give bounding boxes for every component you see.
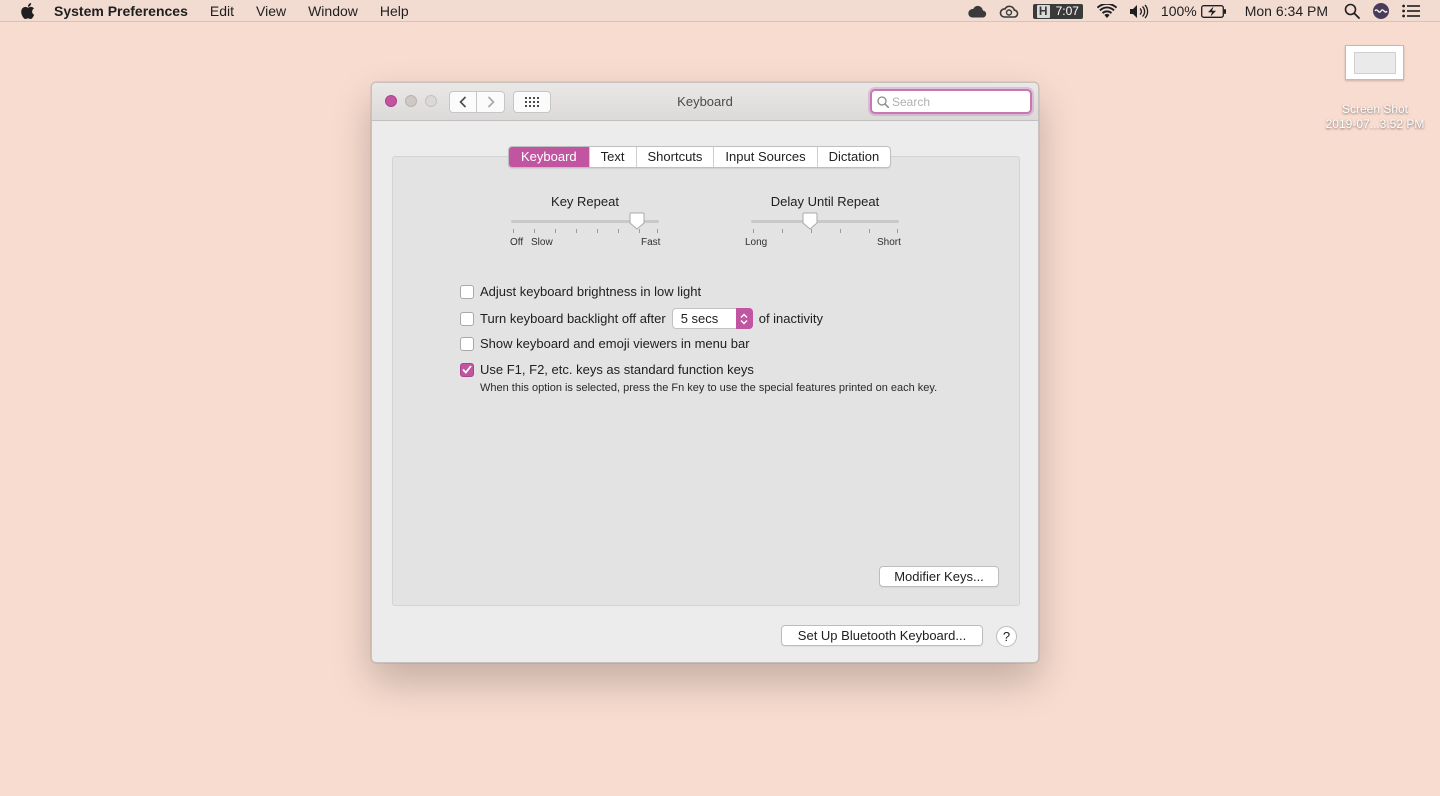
creative-cloud-icon[interactable] (999, 0, 1019, 22)
tab-dictation[interactable]: Dictation (818, 147, 891, 167)
key-repeat-group: Key Repeat Off Slow Fast (508, 194, 662, 254)
siri-icon[interactable] (1372, 0, 1390, 22)
thumbnail-preview (1354, 52, 1396, 74)
volume-icon[interactable] (1129, 0, 1151, 22)
delay-until-repeat-track[interactable] (751, 220, 899, 223)
slider-tick (753, 229, 754, 233)
help-button[interactable]: ? (996, 626, 1017, 647)
battery-percent[interactable]: 100% (1161, 3, 1197, 19)
notification-center-icon[interactable] (1402, 0, 1420, 22)
brightness-checkbox[interactable] (460, 284, 474, 299)
backlight-label-post: of inactivity (758, 311, 824, 326)
tab-text[interactable]: Text (590, 147, 637, 167)
delay-label-long: Long (745, 237, 768, 248)
key-repeat-slider-thumb[interactable] (629, 212, 645, 235)
slider-tick (897, 229, 898, 233)
tab-keyboard[interactable]: Keyboard (509, 147, 590, 167)
cloud-icon[interactable] (967, 0, 987, 22)
backlight-label-pre[interactable]: Turn keyboard backlight off after (480, 311, 666, 326)
key-repeat-label-slow: Slow (531, 237, 553, 248)
timer-letter: H (1036, 3, 1050, 18)
screenshot-file-label[interactable]: Screen Shot 2019-07...3.52 PM (1300, 102, 1440, 132)
tab-shortcuts[interactable]: Shortcuts (637, 147, 715, 167)
file-name-line1: Screen Shot (1341, 102, 1409, 116)
viewers-option: Show keyboard and emoji viewers in menu … (460, 336, 750, 351)
key-repeat-label-fast: Fast (641, 237, 661, 248)
menu-edit[interactable]: Edit (199, 0, 245, 22)
backlight-checkbox[interactable] (460, 311, 474, 326)
apple-menu-icon[interactable] (20, 2, 36, 19)
popup-arrows-icon (735, 308, 753, 329)
bluetooth-keyboard-button[interactable]: Set Up Bluetooth Keyboard... (781, 625, 983, 646)
slider-tick (534, 229, 535, 233)
backlight-timeout-value: 5 secs (680, 311, 719, 326)
tab-bar: Keyboard Text Shortcuts Input Sources Di… (508, 146, 892, 168)
file-name-line2: 2019-07...3.52 PM (1325, 117, 1425, 131)
delay-label-short: Short (877, 237, 901, 248)
slider-tick (657, 229, 658, 233)
slider-tick (618, 229, 619, 233)
battery-charging-icon[interactable] (1200, 0, 1227, 22)
fn-keys-option: Use F1, F2, etc. keys as standard functi… (460, 362, 754, 377)
slider-tick (597, 229, 598, 233)
timer-time: 7:07 (1055, 4, 1079, 18)
search-icon (877, 95, 889, 108)
key-repeat-title: Key Repeat (551, 194, 619, 209)
brightness-label[interactable]: Adjust keyboard brightness in low light (480, 284, 701, 299)
viewers-label[interactable]: Show keyboard and emoji viewers in menu … (480, 336, 750, 351)
menu-help[interactable]: Help (369, 0, 420, 22)
slider-tick (782, 229, 783, 233)
delay-until-repeat-slider-thumb[interactable] (802, 212, 818, 235)
search-field[interactable]: Search (870, 89, 1032, 114)
title-bar[interactable]: Keyboard Search (372, 83, 1038, 121)
modifier-keys-button[interactable]: Modifier Keys... (879, 566, 999, 587)
fn-keys-hint: When this option is selected, press the … (480, 382, 938, 394)
key-repeat-label-off: Off (510, 237, 524, 248)
tab-input-sources[interactable]: Input Sources (714, 147, 818, 167)
menu-app-name[interactable]: System Preferences (54, 0, 199, 22)
viewers-checkbox[interactable] (460, 336, 474, 351)
keyboard-preferences-window: Keyboard Search Keyboard Text Shortcuts … (371, 82, 1039, 663)
wifi-icon[interactable] (1096, 0, 1117, 22)
delay-until-repeat-group: Delay Until Repeat Long Short (745, 194, 905, 254)
slider-tick (576, 229, 577, 233)
slider-tick (869, 229, 870, 233)
slider-tick (513, 229, 514, 233)
slider-tick (555, 229, 556, 233)
menu-bar: System Preferences Edit View Window Help… (0, 0, 1440, 22)
tab-content-panel (392, 156, 1020, 606)
menu-window[interactable]: Window (297, 0, 369, 22)
menu-view[interactable]: View (245, 0, 297, 22)
timer-badge[interactable]: H 7:07 (1032, 3, 1083, 19)
backlight-option: Turn keyboard backlight off after 5 secs… (460, 308, 823, 329)
search-placeholder: Search (892, 94, 931, 109)
fn-keys-checkbox[interactable] (460, 362, 474, 377)
fn-keys-label[interactable]: Use F1, F2, etc. keys as standard functi… (480, 362, 754, 377)
screenshot-file-thumbnail[interactable] (1345, 45, 1404, 80)
slider-tick (840, 229, 841, 233)
checkmark-icon (462, 365, 472, 374)
delay-until-repeat-title: Delay Until Repeat (770, 194, 880, 209)
backlight-timeout-popup[interactable]: 5 secs (671, 308, 753, 329)
clock[interactable]: Mon 6:34 PM (1245, 3, 1328, 19)
brightness-option: Adjust keyboard brightness in low light (460, 284, 701, 299)
spotlight-search-icon[interactable] (1344, 0, 1360, 22)
